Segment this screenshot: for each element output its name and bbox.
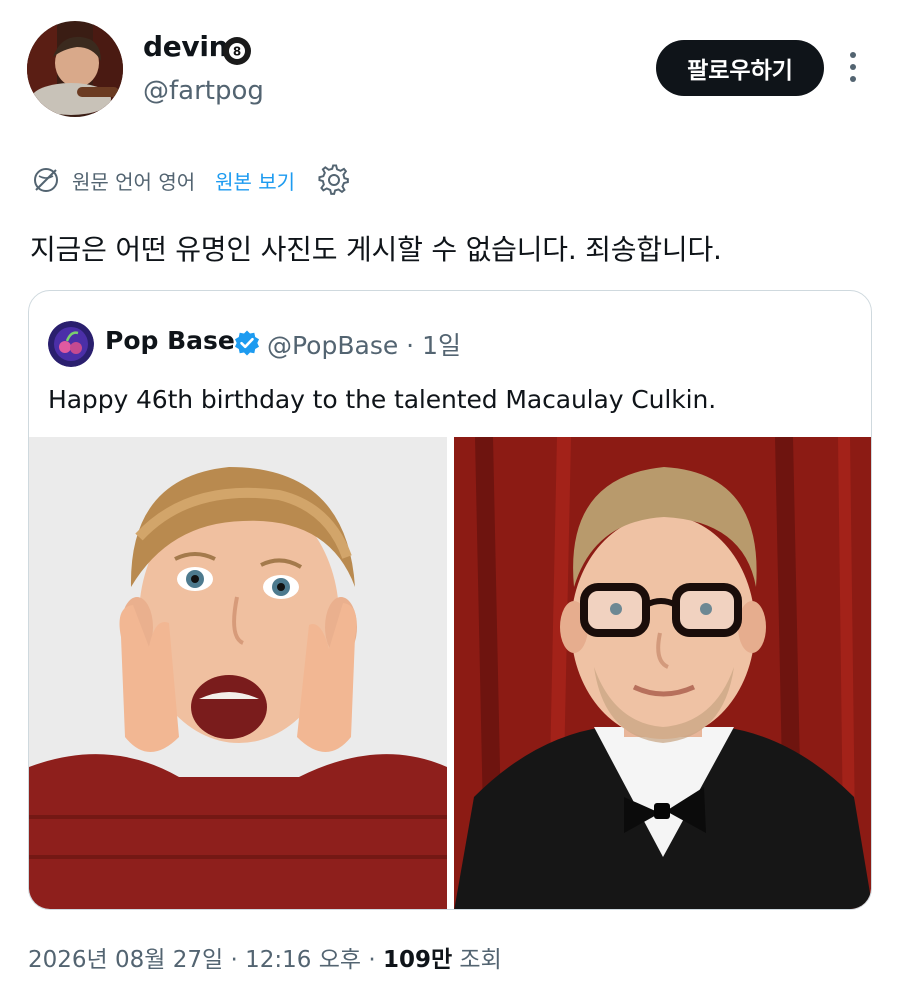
more-vertical-icon[interactable]	[836, 44, 870, 90]
quote-author-name[interactable]: Pop Base	[105, 326, 235, 355]
views-label: 조회	[452, 947, 502, 973]
quote-photo-right[interactable]	[454, 437, 871, 909]
quoted-tweet-card[interactable]: Pop Base @PopBase · 1일 Happy 46th birthd…	[28, 290, 872, 910]
quote-author-meta[interactable]: @PopBase · 1일	[267, 326, 461, 362]
tweet-text: 지금은 어떤 유명인 사진도 게시할 수 없습니다. 죄송합니다.	[30, 233, 722, 266]
author-display-name[interactable]: devin	[143, 30, 229, 63]
gear-icon[interactable]	[317, 163, 351, 197]
author-avatar[interactable]	[27, 21, 123, 117]
translate-globe-icon	[34, 168, 58, 192]
quote-photo-left[interactable]	[29, 437, 447, 909]
quote-text: Happy 46th birthday to the talented Maca…	[48, 385, 717, 414]
eight-ball-icon: 8	[223, 37, 251, 65]
follow-button[interactable]: 팔로우하기	[656, 40, 824, 96]
translation-label: 원문 언어 영어	[72, 169, 196, 194]
timestamp[interactable]: 2026년 08월 27일 · 12:16 오후 ·	[28, 947, 383, 973]
verified-badge-icon	[235, 330, 259, 356]
views-count[interactable]: 109만	[383, 947, 452, 973]
svg-text:8: 8	[233, 45, 241, 59]
translation-bar: 원문 언어 영어 원본 보기	[30, 162, 351, 198]
quote-author-avatar[interactable]	[48, 321, 94, 367]
tweet-timestamp-row: 2026년 08월 27일 · 12:16 오후 · 109만 조회	[28, 940, 502, 974]
show-original-link[interactable]: 원본 보기	[215, 166, 295, 195]
author-handle[interactable]: @fartpog	[143, 76, 264, 106]
